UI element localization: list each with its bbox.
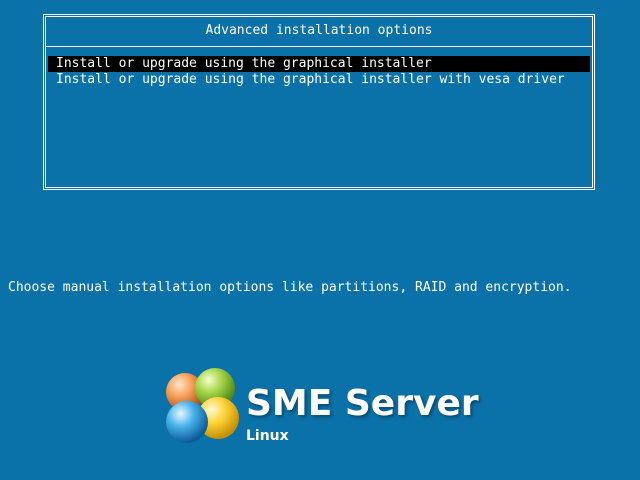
help-text: Choose manual installation options like … [8,280,572,295]
menu-item-graphical-installer-vesa[interactable]: Install or upgrade using the graphical i… [48,72,590,88]
colored-spheres-logo-icon [166,368,239,443]
menu-divider [46,46,592,47]
menu-title: Advanced installation options [205,23,433,38]
sme-server-logo: SME Server Linux [160,366,490,466]
logo-subtitle: Linux [246,428,289,444]
logo-wordmark: SME Server [246,383,479,424]
boot-menu-list: Install or upgrade using the graphical i… [48,56,590,88]
boot-menu-box: Advanced installation options Install or… [43,14,595,190]
menu-item-graphical-installer[interactable]: Install or upgrade using the graphical i… [48,56,590,72]
